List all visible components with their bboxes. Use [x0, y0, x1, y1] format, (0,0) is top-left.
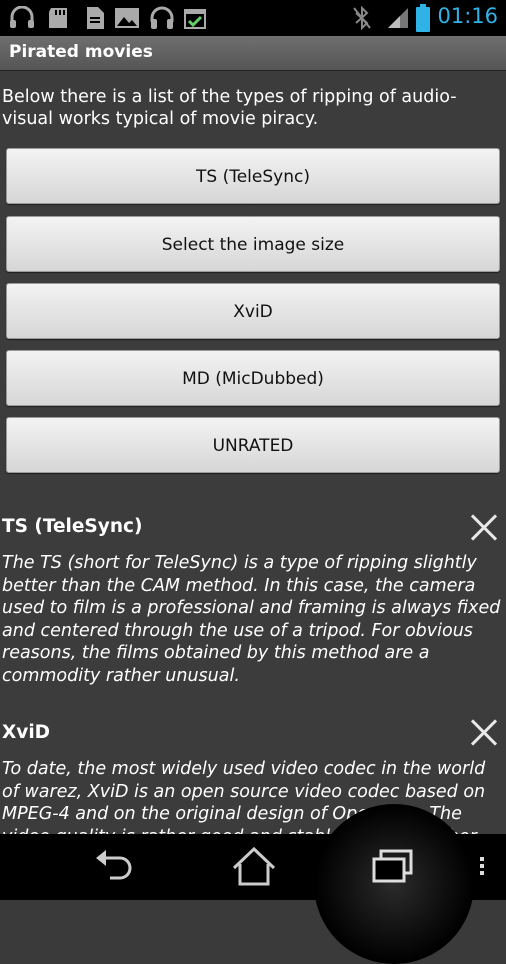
headset-icon: [10, 6, 34, 28]
app-title: Pirated movies: [9, 42, 153, 62]
select-image-size-button[interactable]: Select the image size: [6, 216, 500, 272]
bluetooth-off-icon: [353, 6, 371, 30]
image-icon: [115, 8, 139, 28]
clock: 01:16: [437, 4, 498, 28]
section-title-xvid: XviD: [2, 722, 51, 743]
main-content[interactable]: Below there is a list of the types of ri…: [0, 71, 506, 834]
status-bar: 01:16: [0, 0, 506, 36]
recent-apps-icon[interactable]: [368, 834, 420, 900]
menu-icon[interactable]: [479, 857, 485, 879]
section-title-ts: TS (TeleSync): [2, 516, 143, 537]
md-micdubbed-button[interactable]: MD (MicDubbed): [6, 350, 500, 406]
ts-telesync-button[interactable]: TS (TeleSync): [6, 148, 500, 204]
battery-icon: [416, 4, 430, 32]
close-icon[interactable]: [469, 513, 499, 543]
headphones-icon: [150, 6, 174, 29]
xvid-button[interactable]: XviD: [6, 283, 500, 339]
close-icon[interactable]: [469, 718, 499, 748]
signal-icon: [388, 8, 408, 28]
navigation-bar: [0, 804, 506, 964]
section-text-ts: The TS (short for TeleSync) is a type of…: [2, 553, 501, 686]
unrated-button[interactable]: UNRATED: [6, 417, 500, 473]
calendar-icon: [184, 9, 206, 29]
intro-text: Below there is a list of the types of ri…: [2, 87, 457, 129]
home-icon[interactable]: [228, 834, 280, 900]
sd-card-icon: [49, 8, 67, 28]
title-bar: Pirated movies: [0, 36, 506, 71]
document-icon: [87, 7, 104, 29]
back-icon[interactable]: [88, 834, 140, 900]
